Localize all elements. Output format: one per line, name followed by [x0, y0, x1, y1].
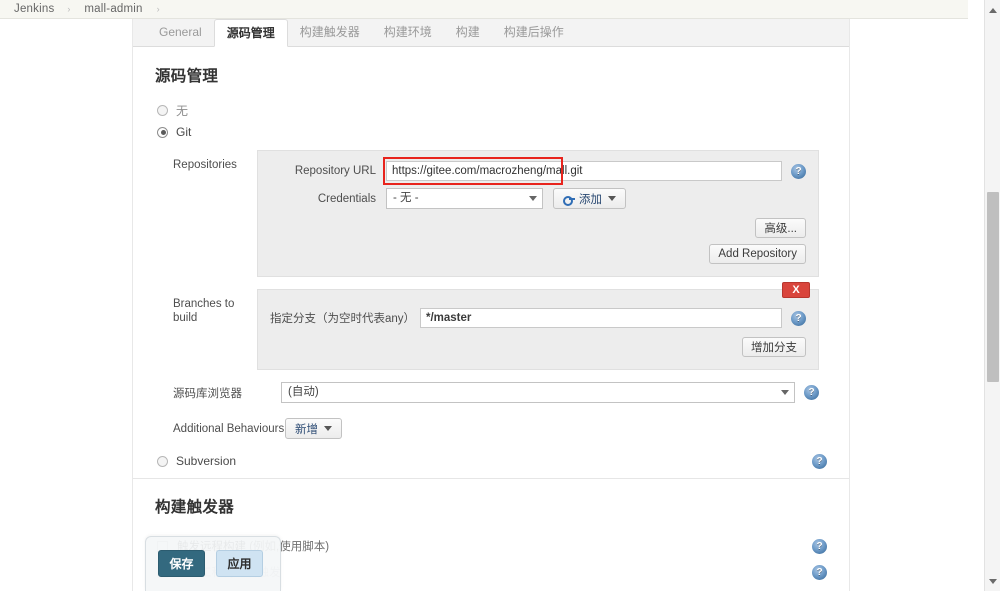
scm-option-none[interactable]: 无	[133, 99, 849, 122]
breadcrumb-separator-trailing: ›	[157, 4, 160, 14]
scm-option-git[interactable]: Git	[133, 122, 849, 142]
branches-label: Branches to build	[133, 283, 257, 376]
help-icon-repository-browser[interactable]: ?	[804, 385, 819, 400]
repository-browser-select-wrap: (自动)	[281, 382, 795, 403]
save-bar-inner: 保存 应用	[146, 537, 280, 577]
config-panel-body: 源码管理 无 Git Repositories	[133, 47, 849, 591]
breadcrumb-item-jenkins[interactable]: Jenkins	[14, 3, 54, 15]
repository-url-input[interactable]	[386, 161, 782, 181]
repository-url-label: Repository URL	[270, 165, 386, 177]
add-branch-button-row: 增加分支	[270, 337, 806, 357]
scm-option-git-label: Git	[176, 125, 191, 139]
advanced-button[interactable]: 高级...	[755, 218, 806, 238]
branch-specifier-input[interactable]	[420, 308, 782, 328]
repository-url-row: Repository URL ?	[270, 161, 806, 181]
add-repository-button-row: Add Repository	[270, 244, 806, 264]
tab-source-code-management[interactable]: 源码管理	[214, 19, 288, 47]
repositories-label: Repositories	[133, 144, 257, 283]
save-button[interactable]: 保存	[158, 550, 205, 577]
help-icon-branch-specifier[interactable]: ?	[791, 311, 806, 326]
repository-browser-select[interactable]: (自动)	[281, 382, 795, 403]
repository-browser-label: 源码库浏览器	[173, 385, 281, 401]
add-branch-button[interactable]: 增加分支	[742, 337, 806, 357]
jenkins-job-config-page: Jenkins › mall-admin › General 源码管理 构建触发…	[0, 0, 1000, 591]
additional-behaviours-row: Additional Behaviours 新增	[133, 409, 849, 445]
radio-none-icon[interactable]	[157, 105, 168, 116]
help-icon-after-other-projects[interactable]: ?	[812, 565, 827, 580]
config-tab-bar: General 源码管理 构建触发器 构建环境 构建 构建后操作	[133, 19, 849, 47]
help-icon-repository-url[interactable]: ?	[791, 164, 806, 179]
branch-specifier-row: 指定分支（为空时代表any） ?	[270, 308, 806, 328]
branch-specifier-label: 指定分支（为空时代表any）	[270, 310, 420, 326]
repository-url-wrap	[386, 161, 782, 181]
right-blank-area	[851, 19, 968, 591]
help-icon-subversion[interactable]: ?	[812, 454, 827, 469]
repository-browser-row: 源码库浏览器 (自动) ?	[133, 376, 849, 409]
add-repository-button[interactable]: Add Repository	[709, 244, 806, 264]
add-behaviour-button[interactable]: 新增	[285, 418, 342, 439]
tab-build[interactable]: 构建	[444, 19, 492, 46]
add-behaviour-label: 新增	[295, 421, 318, 437]
breadcrumb-item-mall-admin[interactable]: mall-admin	[84, 3, 142, 15]
key-icon	[563, 195, 574, 203]
credentials-select[interactable]: - 无 -	[386, 188, 543, 209]
floating-save-bar: 保存 应用	[145, 536, 281, 591]
add-credentials-label: 添加	[579, 191, 602, 207]
scroll-down-arrow-icon[interactable]	[985, 573, 1000, 589]
branches-row: Branches to build X 指定分支（为空时代表any） ? 增加分…	[133, 283, 849, 376]
tab-post-build-actions[interactable]: 构建后操作	[492, 19, 576, 46]
repositories-content: Repository URL ? Credentials -	[257, 150, 819, 277]
credentials-select-wrap: - 无 -	[386, 188, 543, 209]
tab-build-triggers[interactable]: 构建触发器	[288, 19, 372, 46]
delete-branch-button[interactable]: X	[782, 282, 810, 298]
chevron-down-icon-add-behaviour	[324, 426, 332, 431]
scroll-up-arrow-icon[interactable]	[985, 2, 1000, 18]
config-panel: General 源码管理 构建触发器 构建环境 构建 构建后操作 源码管理 无 …	[132, 19, 850, 591]
add-credentials-button[interactable]: 添加	[553, 188, 626, 209]
advanced-button-row: 高级...	[270, 218, 806, 238]
repositories-row: Repositories Repository URL ?	[133, 144, 849, 283]
tab-build-environment[interactable]: 构建环境	[372, 19, 444, 46]
scm-option-none-label: 无	[176, 102, 188, 119]
page-title-triggers: 构建触发器	[133, 479, 849, 533]
tab-general[interactable]: General	[147, 19, 214, 46]
chevron-down-icon-add-credentials	[608, 196, 616, 201]
scm-option-subversion[interactable]: Subversion ?	[133, 445, 849, 478]
help-icon-remote-build[interactable]: ?	[812, 539, 827, 554]
git-config-block: Repositories Repository URL ?	[133, 142, 849, 445]
radio-subversion-icon[interactable]	[157, 456, 168, 467]
page-scrollbar[interactable]	[984, 0, 1000, 591]
apply-button[interactable]: 应用	[216, 550, 263, 577]
branches-content: X 指定分支（为空时代表any） ? 增加分支	[257, 289, 819, 370]
radio-git-icon[interactable]	[157, 127, 168, 138]
breadcrumb-separator: ›	[67, 4, 70, 14]
work-area: General 源码管理 构建触发器 构建环境 构建 构建后操作 源码管理 无 …	[0, 19, 968, 591]
scm-option-subversion-label: Subversion	[176, 454, 236, 468]
breadcrumb: Jenkins › mall-admin ›	[0, 0, 968, 19]
credentials-row: Credentials - 无 - 添加	[270, 188, 806, 209]
credentials-label: Credentials	[270, 193, 386, 205]
additional-behaviours-label: Additional Behaviours	[173, 423, 285, 435]
scrollbar-thumb[interactable]	[987, 192, 999, 382]
page-title-scm: 源码管理	[133, 47, 849, 99]
